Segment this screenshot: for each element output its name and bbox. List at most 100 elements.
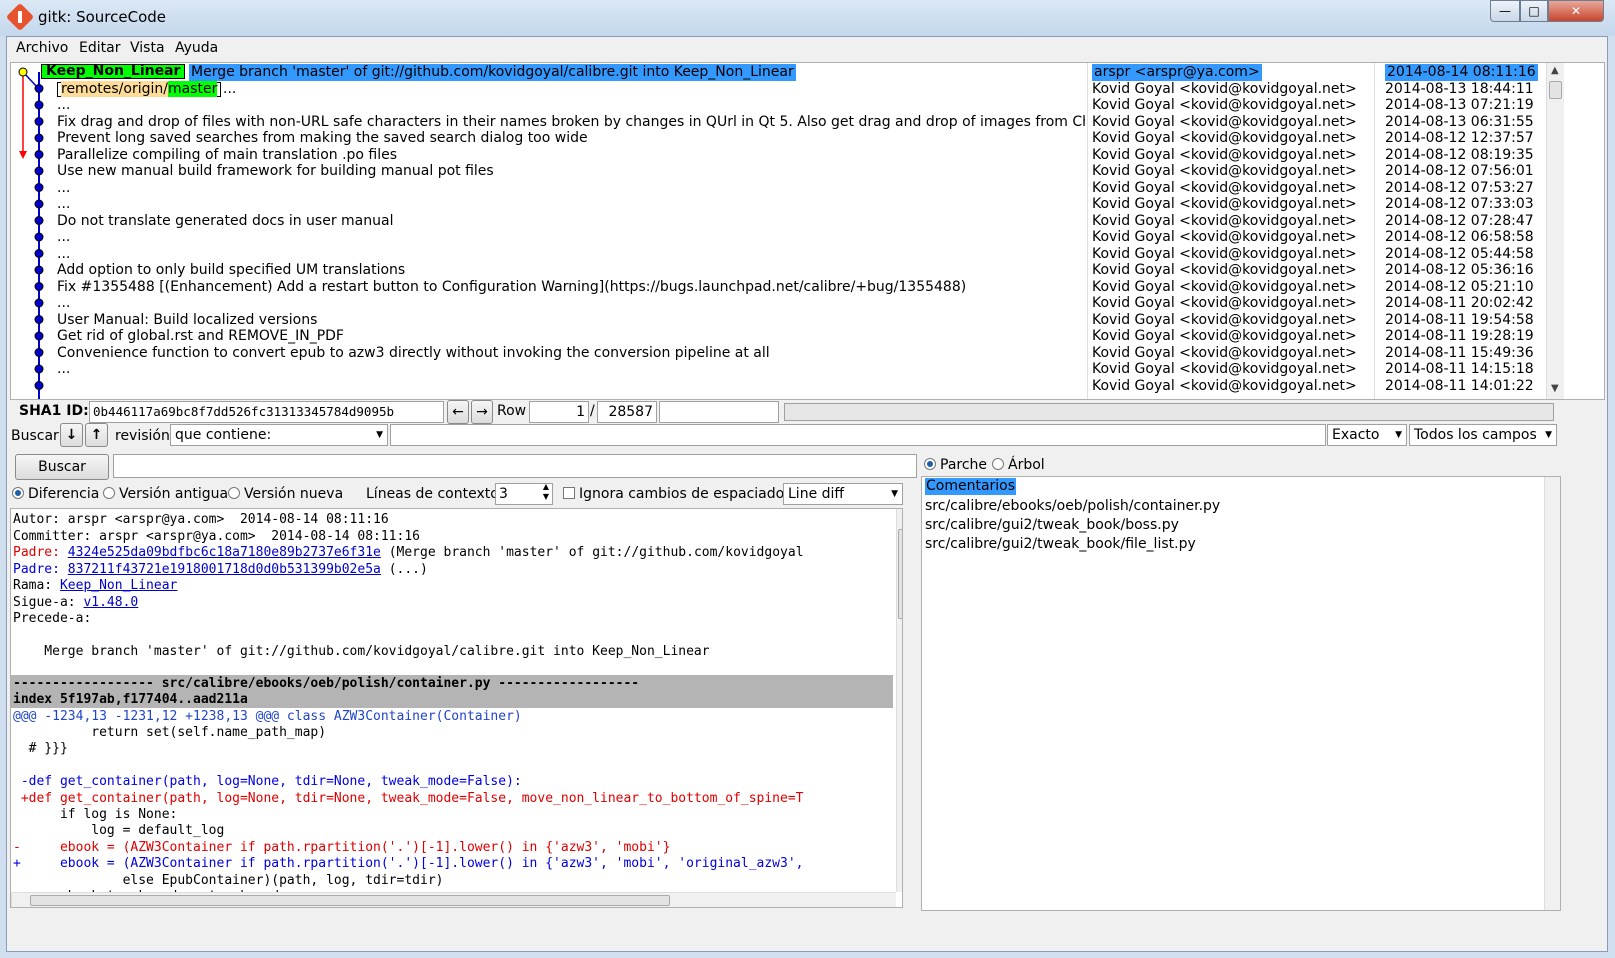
commit-author[interactable]: Kovid Goyal <kovid@kovidgoyal.net>: [1092, 378, 1357, 395]
commit-author[interactable]: Kovid Goyal <kovid@kovidgoyal.net>: [1092, 345, 1357, 362]
commit-date[interactable]: 2014-08-11 14:15:18: [1385, 361, 1534, 378]
commit-subject[interactable]: Convenience function to convert epub to …: [57, 345, 770, 362]
diff-vscroll[interactable]: [896, 509, 902, 892]
commit-date[interactable]: 2014-08-12 05:21:10: [1385, 279, 1534, 296]
minimize-button[interactable]: —: [1490, 0, 1520, 22]
file-list-item[interactable]: Comentarios: [925, 478, 1017, 495]
commit-author[interactable]: Kovid Goyal <kovid@kovidgoyal.net>: [1092, 196, 1357, 213]
commit-author[interactable]: Kovid Goyal <kovid@kovidgoyal.net>: [1092, 114, 1357, 131]
ignore-whitespace-checkbox[interactable]: Ignora cambios de espaciado: [563, 486, 784, 502]
branch-tag-head[interactable]: Keep_Non_Linear: [41, 64, 186, 79]
match-select[interactable]: Exacto ▼: [1327, 424, 1407, 446]
commit-date[interactable]: 2014-08-14 08:11:16: [1385, 64, 1538, 81]
old-version-radio[interactable]: Versión antigua: [103, 486, 228, 502]
commit-date[interactable]: 2014-08-12 05:44:58: [1385, 246, 1534, 263]
commit-date[interactable]: 2014-08-12 07:56:01: [1385, 163, 1534, 180]
commit-date[interactable]: 2014-08-11 19:54:58: [1385, 312, 1534, 329]
commit-date[interactable]: 2014-08-13 18:44:11: [1385, 81, 1534, 98]
commit-subject[interactable]: ...: [57, 196, 70, 213]
close-button[interactable]: ✕: [1548, 0, 1604, 22]
commit-date[interactable]: 2014-08-11 20:02:42: [1385, 295, 1534, 312]
fields-select[interactable]: Todos los campos ▼: [1409, 424, 1557, 446]
menu-vista[interactable]: Vista: [130, 40, 165, 56]
find-prev-arrow-icon[interactable]: ↑: [85, 423, 108, 447]
history-scrollbar[interactable]: ▲ ▼: [1546, 63, 1564, 399]
branch-link[interactable]: Keep_Non_Linear: [60, 578, 177, 593]
commit-subject[interactable]: ...: [57, 229, 70, 246]
files-scrollbar[interactable]: [1544, 477, 1560, 910]
commit-subject[interactable]: ...: [57, 97, 70, 114]
row-current-field[interactable]: 1: [529, 401, 589, 423]
diff-mode-select[interactable]: Line diff ▼: [783, 483, 903, 505]
menu-ayuda[interactable]: Ayuda: [175, 40, 218, 56]
find-input[interactable]: [390, 424, 1326, 446]
commit-date[interactable]: 2014-08-12 07:53:27: [1385, 180, 1534, 197]
sha-input[interactable]: 0b446117a69bc8f7dd526fc31313345784d9095b: [89, 401, 444, 423]
commit-date[interactable]: 2014-08-12 07:33:03: [1385, 196, 1534, 213]
diff-hscroll-thumb[interactable]: [30, 895, 670, 906]
remote-branch-tag[interactable]: remotes/origin/master: [57, 81, 222, 97]
commit-date[interactable]: 2014-08-11 15:49:36: [1385, 345, 1534, 362]
commit-author[interactable]: Kovid Goyal <kovid@kovidgoyal.net>: [1092, 81, 1357, 98]
commit-subject[interactable]: Use new manual build framework for build…: [57, 163, 494, 180]
commit-subject[interactable]: User Manual: Build localized versions: [57, 312, 317, 329]
file-list-item[interactable]: src/calibre/ebooks/oeb/polish/container.…: [925, 497, 1220, 516]
commit-date[interactable]: 2014-08-12 07:28:47: [1385, 213, 1534, 230]
commit-subject[interactable]: Prevent long saved searches from making …: [57, 130, 588, 147]
commit-date[interactable]: 2014-08-12 12:37:57: [1385, 130, 1534, 147]
commit-subject[interactable]: ...: [57, 361, 70, 378]
commit-date[interactable]: 2014-08-11 14:01:22: [1385, 378, 1534, 395]
commit-author[interactable]: arspr <arspr@ya.com>: [1092, 64, 1262, 81]
commit-author[interactable]: Kovid Goyal <kovid@kovidgoyal.net>: [1092, 229, 1357, 246]
parent-1-link[interactable]: 4324e525da09bdfbc6c18a7180e89b2737e6f31e: [68, 545, 381, 560]
commit-author[interactable]: Kovid Goyal <kovid@kovidgoyal.net>: [1092, 246, 1357, 263]
commit-author[interactable]: Kovid Goyal <kovid@kovidgoyal.net>: [1092, 213, 1357, 230]
commit-author[interactable]: Kovid Goyal <kovid@kovidgoyal.net>: [1092, 262, 1357, 279]
search-input[interactable]: [113, 454, 917, 478]
commit-subject[interactable]: ...: [57, 246, 70, 263]
commit-author[interactable]: Kovid Goyal <kovid@kovidgoyal.net>: [1092, 328, 1357, 345]
scroll-down-icon[interactable]: ▼: [1551, 383, 1559, 394]
commit-subject[interactable]: Fix drag and drop of files with non-URL …: [57, 114, 1085, 131]
parent-2-link[interactable]: 837211f43721e1918001718d0d0b531399b02e5a: [68, 562, 381, 577]
commit-subject[interactable]: Fix #1355488 [(Enhancement) Add a restar…: [57, 279, 966, 296]
commit-subject[interactable]: ...: [57, 180, 70, 197]
commit-subject[interactable]: Parallelize compiling of main translatio…: [57, 147, 397, 164]
commit-author[interactable]: Kovid Goyal <kovid@kovidgoyal.net>: [1092, 295, 1357, 312]
find-mode-select[interactable]: que contiene: ▼: [170, 424, 388, 446]
diff-hscroll[interactable]: [11, 892, 896, 907]
diff-radio[interactable]: Diferencia: [12, 486, 99, 502]
commit-date[interactable]: 2014-08-11 19:28:19: [1385, 328, 1534, 345]
commit-author[interactable]: Kovid Goyal <kovid@kovidgoyal.net>: [1092, 163, 1357, 180]
commit-subject[interactable]: ...: [57, 295, 70, 312]
commit-subject[interactable]: Do not translate generated docs in user …: [57, 213, 393, 230]
commit-author[interactable]: Kovid Goyal <kovid@kovidgoyal.net>: [1092, 147, 1357, 164]
diff-vscroll-thumb[interactable]: [898, 529, 902, 619]
commit-author[interactable]: Kovid Goyal <kovid@kovidgoyal.net>: [1092, 279, 1357, 296]
commit-date[interactable]: 2014-08-12 05:36:16: [1385, 262, 1534, 279]
follows-link[interactable]: v1.48.0: [83, 595, 138, 610]
commit-subject[interactable]: Add option to only build specified UM tr…: [57, 262, 405, 279]
patch-radio[interactable]: Parche: [924, 457, 987, 473]
menu-editar[interactable]: Editar: [79, 40, 120, 56]
commit-subject[interactable]: ...: [223, 81, 236, 98]
commit-author[interactable]: Kovid Goyal <kovid@kovidgoyal.net>: [1092, 97, 1357, 114]
menu-archivo[interactable]: Archivo: [16, 40, 68, 56]
commit-subject[interactable]: Get rid of global.rst and REMOVE_IN_PDF: [57, 328, 344, 345]
commit-subject[interactable]: Merge branch 'master' of git://github.co…: [189, 64, 796, 81]
commit-author[interactable]: Kovid Goyal <kovid@kovidgoyal.net>: [1092, 361, 1357, 378]
file-list-item[interactable]: src/calibre/gui2/tweak_book/boss.py: [925, 516, 1179, 535]
commit-author[interactable]: Kovid Goyal <kovid@kovidgoyal.net>: [1092, 180, 1357, 197]
forward-arrow-icon[interactable]: →: [471, 400, 493, 424]
scroll-up-icon[interactable]: ▲: [1551, 65, 1559, 76]
new-version-radio[interactable]: Versión nueva: [228, 486, 343, 502]
maximize-button[interactable]: □: [1520, 0, 1548, 22]
commit-author[interactable]: Kovid Goyal <kovid@kovidgoyal.net>: [1092, 312, 1357, 329]
commit-date[interactable]: 2014-08-13 06:31:55: [1385, 114, 1534, 131]
history-scroll-thumb[interactable]: [1549, 81, 1562, 99]
search-button[interactable]: Buscar: [15, 454, 109, 480]
context-lines-spinner[interactable]: 3 ▲ ▼: [495, 483, 553, 505]
find-next-arrow-icon[interactable]: ↓: [60, 423, 83, 447]
spinner-arrows-icon[interactable]: ▲ ▼: [543, 484, 549, 502]
commit-date[interactable]: 2014-08-12 06:58:58: [1385, 229, 1534, 246]
